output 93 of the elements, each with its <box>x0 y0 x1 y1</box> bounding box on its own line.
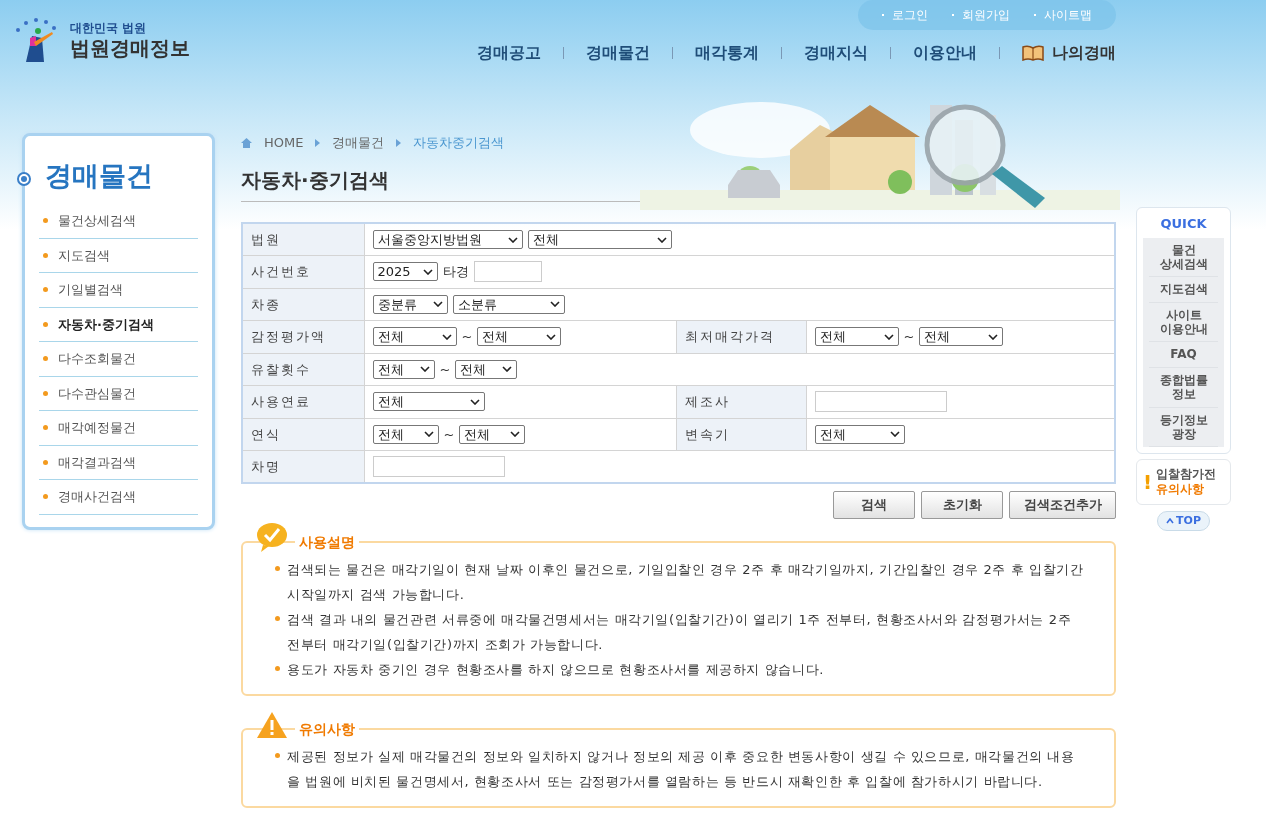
field-label: 제조사 <box>676 385 806 418</box>
info-text: 용도가 자동차 중기인 경우 현황조사를 하지 않으므로 현황조사서를 제공하지 않습니다. <box>287 661 825 679</box>
field-label: 변속기 <box>676 418 806 451</box>
chevron-down-icon <box>441 333 452 340</box>
bullet-icon <box>275 666 280 671</box>
input-field[interactable] <box>372 456 505 477</box>
top-button[interactable]: TOP <box>1157 511 1210 532</box>
book-icon <box>1022 45 1044 61</box>
sidebar-item[interactable]: 다수조회물건 <box>39 342 198 377</box>
nav-link[interactable]: 매각통계 <box>695 41 759 65</box>
chevron-down-icon <box>988 333 999 340</box>
dropdown[interactable]: 전체 <box>459 424 526 444</box>
sidebar-item[interactable]: 자동차·중기검색 <box>39 307 198 342</box>
add-condition-button[interactable]: 검색조건추가 <box>1009 491 1116 519</box>
chevron-down-icon <box>469 398 480 405</box>
sidebar-title: 경매물건 <box>45 162 154 189</box>
quick-title: QUICK <box>1160 215 1207 233</box>
chevron-down-icon <box>432 301 443 308</box>
bullet-icon <box>275 566 280 571</box>
sidebar-item[interactable]: 물건상세검색 <box>39 204 198 239</box>
dropdown[interactable]: 전체 <box>527 230 672 249</box>
chevron-right-icon <box>396 139 402 147</box>
chevron-down-icon <box>419 366 430 373</box>
sidebar-item[interactable]: 매각결과검색 <box>39 445 198 480</box>
chevron-down-icon <box>883 333 894 340</box>
home-icon <box>241 138 252 148</box>
field-label: 차종 <box>242 288 364 321</box>
sidebar-item[interactable]: 경매사건검색 <box>39 480 198 515</box>
field-label: 타경 <box>442 263 469 281</box>
nav-link[interactable]: 나의경매 <box>1022 41 1116 65</box>
dropdown[interactable]: 서울중앙지방법원 <box>372 230 523 249</box>
quick-link[interactable]: FAQ <box>1149 342 1218 368</box>
sidebar-item[interactable]: 매각예정물건 <box>39 411 198 446</box>
field-label: ~ <box>461 328 473 346</box>
bullet-icon <box>275 616 280 621</box>
info-text: 제공된 정보가 실제 매각물건의 정보와 일치하지 않거나 정보의 제공 이후 중요한 변동사항이 생길 수 있으므로, 매각물건의 내용을 법원에 비치된 물건명세서, 현황조사서 또는 감정평가서를 열람하는 등 반드시 재확인한 후 입찰에 참가하시기 바랍니다. <box>287 748 1076 791</box>
dropdown[interactable]: 전체 <box>814 424 905 444</box>
chevron-down-icon <box>889 431 900 438</box>
field-label: ~ <box>439 360 451 379</box>
dropdown[interactable]: 전체 <box>477 327 562 347</box>
info-text: 검색되는 물건은 매각기일이 현재 날짜 이후인 물건으로, 기일입찰인 경우 2주 후 매각기일까지, 기간입찰인 경우 2주 후 입찰기간 시작일까지 검색 가능합니다. <box>287 561 1085 604</box>
field-label: 유찰횟수 <box>242 353 364 386</box>
field-label: 사건번호 <box>242 255 364 288</box>
dropdown[interactable]: 전체 <box>455 359 518 379</box>
caret-up-icon <box>1166 518 1175 525</box>
dropdown[interactable]: 전체 <box>372 327 457 347</box>
field-label: 최저매각가격 <box>676 320 806 353</box>
chevron-down-icon <box>656 236 667 243</box>
dropdown[interactable]: 전체 <box>814 327 899 347</box>
field-label: 감정평가액 <box>242 320 364 353</box>
dropdown[interactable]: 중분류 <box>372 294 448 314</box>
logo-subtitle: 대한민국 법원 <box>70 21 148 36</box>
dropdown[interactable]: 전체 <box>919 327 1004 347</box>
quick-link[interactable]: 사이트 이용안내 <box>1149 302 1218 343</box>
quick-link[interactable]: 종합법률 정보 <box>1149 367 1218 408</box>
chevron-down-icon <box>423 431 434 438</box>
field-label: 차명 <box>242 450 364 483</box>
sidebar-item[interactable]: 지도검색 <box>39 238 198 273</box>
dropdown[interactable]: 2025 <box>372 262 438 282</box>
dropdown[interactable]: 전체 <box>372 424 439 444</box>
dropdown[interactable]: 전체 <box>372 392 485 412</box>
chevron-down-icon <box>510 431 521 438</box>
quick-link[interactable]: 지도검색 <box>1149 277 1218 303</box>
dropdown[interactable]: 전체 <box>372 359 435 379</box>
field-label: ~ <box>903 328 915 346</box>
input-field[interactable] <box>814 391 947 413</box>
search-button[interactable]: 검색 <box>833 491 915 519</box>
input-field[interactable] <box>473 261 542 283</box>
sidebar-item[interactable]: 다수관심물건 <box>39 376 198 411</box>
quick-link[interactable]: 등기정보 광장 <box>1149 407 1218 448</box>
chevron-right-icon <box>315 139 321 147</box>
info-text: 검색 결과 내의 물건관련 서류중에 매각물건명세서는 매각기일(입찰기간)이 열리기 1주 전부터, 현황조사서와 감정평가서는 2주 전부터 매각기일(입찰기간)까지 조회가 가능합니다. <box>287 611 1073 654</box>
field-label: 법원 <box>242 223 364 256</box>
reset-button[interactable]: 초기화 <box>921 491 1003 519</box>
bullet-icon <box>275 753 280 758</box>
chevron-down-icon <box>502 366 513 373</box>
field-label: 사용연료 <box>242 385 364 418</box>
nav-link[interactable]: 경매지식 <box>804 41 868 65</box>
field-label: ~ <box>443 425 455 444</box>
field-label: 연식 <box>242 418 364 451</box>
chevron-down-icon <box>546 333 557 340</box>
chevron-down-icon <box>549 301 560 308</box>
chevron-down-icon <box>422 268 433 275</box>
breadcrumb-link[interactable]: HOME <box>264 133 304 153</box>
chevron-down-icon <box>507 236 518 243</box>
dropdown[interactable]: 소분류 <box>452 294 565 314</box>
nav-link[interactable]: 경매물건 <box>586 41 650 65</box>
logo-title: 법원경매정보 <box>70 36 190 61</box>
sidebar-item[interactable]: 기일별검색 <box>39 273 198 308</box>
breadcrumb-link[interactable]: 경매물건 <box>332 133 385 153</box>
nav-link[interactable]: 이용안내 <box>913 41 977 65</box>
nav-link[interactable]: 경매공고 <box>477 41 541 65</box>
quick-link[interactable]: 물건 상세검색 <box>1149 237 1218 278</box>
